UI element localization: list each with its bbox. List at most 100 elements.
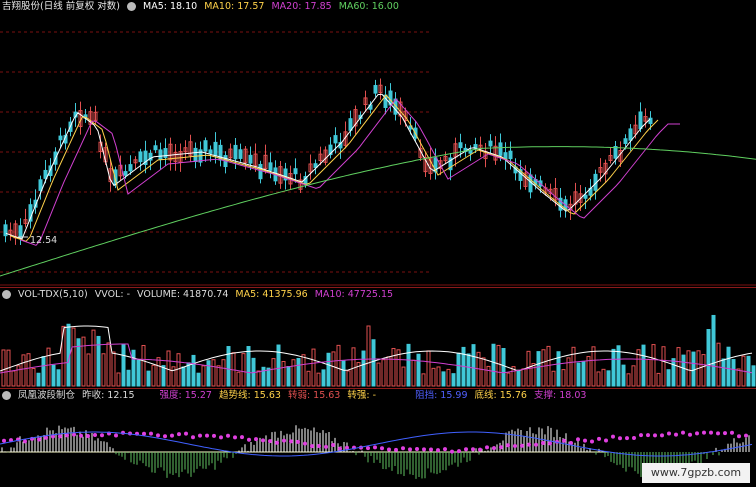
volume-bar bbox=[471, 344, 476, 387]
volume-bar bbox=[181, 366, 186, 387]
candle-body bbox=[583, 194, 588, 199]
ma10-label: MA10: 17.57 bbox=[204, 1, 265, 12]
volume-bar bbox=[496, 344, 501, 387]
volume-bar bbox=[331, 351, 336, 387]
volume-bar bbox=[561, 369, 566, 387]
strength-dot bbox=[730, 430, 734, 435]
volume-chart[interactable] bbox=[0, 301, 756, 387]
strength-dot bbox=[219, 435, 223, 440]
volume-bar bbox=[416, 353, 421, 387]
pane-separator[interactable] bbox=[0, 287, 756, 288]
settings-icon[interactable] bbox=[2, 290, 11, 299]
strength-dot bbox=[653, 433, 657, 438]
volume-bar bbox=[516, 370, 521, 387]
candle-body bbox=[373, 85, 378, 94]
volume-bar bbox=[221, 359, 226, 387]
volume-bar bbox=[556, 351, 561, 387]
candle-body bbox=[458, 142, 463, 149]
strength-dot bbox=[415, 447, 419, 452]
strength-dot bbox=[464, 447, 468, 452]
strength-dot bbox=[499, 445, 503, 450]
settings-icon[interactable] bbox=[126, 2, 136, 11]
ma5-label: MA5: 18.10 bbox=[143, 1, 198, 12]
strength-dot bbox=[695, 431, 699, 436]
volume-bar bbox=[606, 370, 611, 387]
candle-body bbox=[213, 141, 218, 157]
volume-bar bbox=[661, 346, 666, 387]
strength-dot bbox=[37, 437, 41, 442]
volume-bar bbox=[86, 353, 91, 387]
volume-bar bbox=[336, 344, 341, 387]
volume-bar bbox=[596, 371, 601, 387]
volume-bar bbox=[566, 357, 571, 387]
ma60-label: MA60: 16.00 bbox=[338, 1, 399, 12]
strength-dot bbox=[436, 448, 440, 453]
prev-close: 昨收: 12.15 bbox=[82, 390, 135, 401]
volume-ma10: MA10: 47725.15 bbox=[314, 289, 394, 300]
strength-dot bbox=[226, 433, 230, 438]
strength-dot bbox=[65, 433, 69, 438]
strength-dot bbox=[317, 443, 321, 448]
candle-body bbox=[153, 145, 158, 151]
volume-bar bbox=[211, 359, 216, 387]
strength-dot bbox=[408, 447, 412, 452]
strength-dot bbox=[590, 439, 594, 444]
strength-dot bbox=[58, 434, 62, 439]
volume-bar bbox=[381, 359, 386, 387]
volume-bar bbox=[31, 367, 36, 387]
strength-dot bbox=[86, 434, 90, 439]
candlestick-chart[interactable] bbox=[0, 14, 756, 286]
volume-bar bbox=[546, 345, 551, 387]
volume-bar bbox=[16, 365, 21, 387]
volume-bar bbox=[451, 373, 456, 387]
volume-ma5-line bbox=[0, 325, 753, 372]
volume-bar bbox=[111, 351, 116, 387]
volume-bar bbox=[286, 366, 291, 387]
volume-bar bbox=[481, 357, 486, 387]
candle-body bbox=[58, 135, 63, 141]
candle-body bbox=[38, 179, 43, 191]
strength-dot bbox=[506, 443, 510, 448]
strength-dot bbox=[450, 449, 454, 454]
strength-dot bbox=[23, 439, 27, 444]
strength-dot bbox=[170, 433, 174, 438]
volume-bar bbox=[56, 369, 61, 387]
candle-body bbox=[203, 140, 208, 152]
strength-dot bbox=[282, 438, 286, 443]
strength-dot bbox=[674, 432, 678, 437]
pane-separator[interactable] bbox=[0, 388, 756, 389]
volume-bar bbox=[486, 365, 491, 387]
volume-bar bbox=[71, 327, 76, 387]
candle-body bbox=[233, 144, 238, 160]
strength-dot bbox=[303, 441, 307, 446]
volume-bar bbox=[646, 358, 651, 387]
strength-dot bbox=[688, 432, 692, 437]
volume-bar bbox=[366, 325, 371, 387]
volume-bar bbox=[131, 349, 136, 387]
stock-name[interactable]: 吉翔股份(日线 前复权 对数) bbox=[2, 1, 120, 12]
volume-indicator-name[interactable]: VOL-TDX(5,10) bbox=[18, 289, 88, 300]
strength-dot bbox=[240, 435, 244, 440]
volume-bar bbox=[501, 348, 506, 387]
volume-bar bbox=[601, 368, 606, 387]
settings-icon[interactable] bbox=[2, 391, 11, 400]
strength-dot bbox=[723, 431, 727, 436]
strength-dot bbox=[296, 439, 300, 444]
strength-dot bbox=[212, 433, 216, 438]
strength-dot bbox=[513, 444, 517, 449]
strength-dot bbox=[163, 434, 167, 439]
strength-dot bbox=[205, 433, 209, 438]
strength-dot bbox=[744, 433, 748, 438]
candle-body bbox=[258, 163, 263, 180]
volume-bar bbox=[711, 314, 716, 387]
volume-bar bbox=[541, 349, 546, 387]
watermark: www.7gpzb.com bbox=[642, 463, 750, 483]
strength-dot bbox=[191, 435, 195, 440]
strength-label: 强度: 15.27 bbox=[159, 390, 212, 401]
volume-bar bbox=[391, 347, 396, 387]
indicator-name[interactable]: 凤凰波段制仓 bbox=[18, 390, 75, 401]
candle-body bbox=[193, 147, 198, 163]
volume-value: VOLUME: 41870.74 bbox=[137, 289, 229, 300]
candle-body bbox=[208, 149, 213, 154]
strength-dot bbox=[261, 438, 265, 443]
